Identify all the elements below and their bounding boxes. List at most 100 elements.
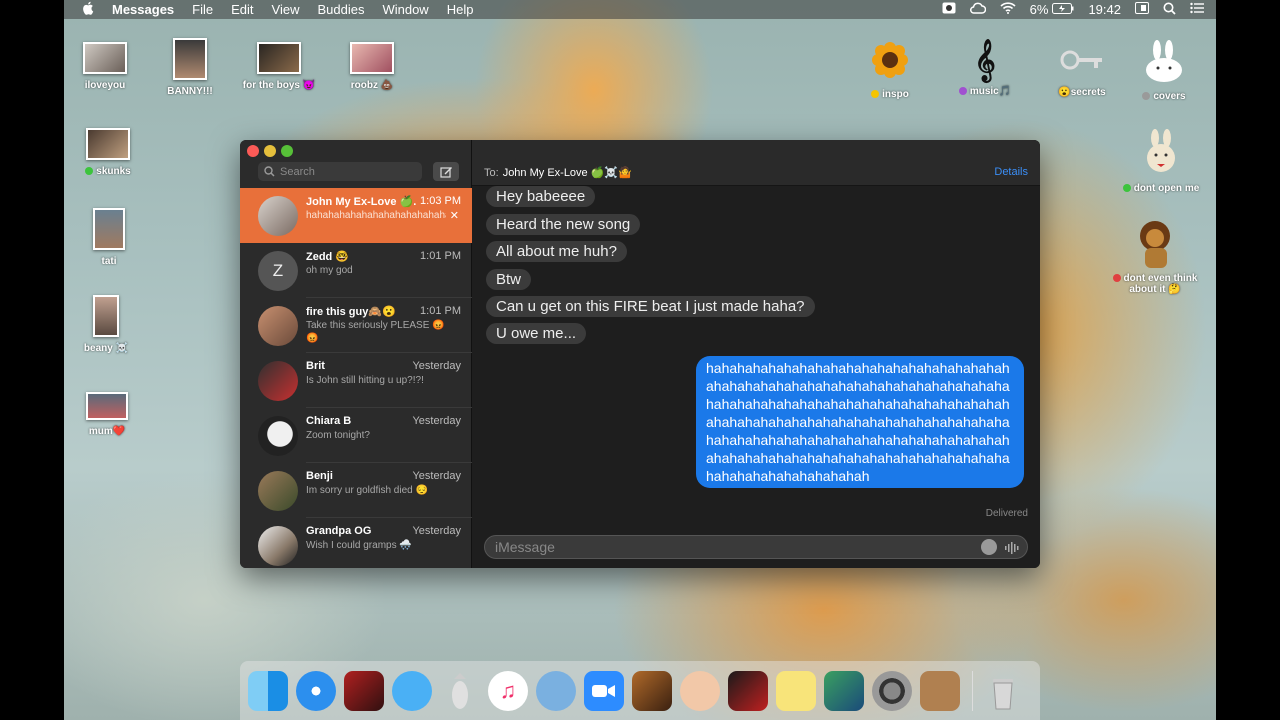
wifi-icon[interactable] [1000, 2, 1016, 17]
photo-app-icon[interactable] [728, 670, 768, 711]
received-message[interactable]: Btw [486, 269, 532, 290]
desktop-icon[interactable]: covers [1119, 40, 1209, 102]
desktop-icon[interactable]: iloveyou [64, 42, 150, 91]
received-message[interactable]: All about me huh? [486, 241, 627, 262]
photo-booth-icon[interactable] [344, 670, 384, 711]
desktop-icon-label: roobz 💩 [350, 80, 394, 91]
label-text: dont open me [1133, 183, 1200, 194]
desktop-icon-label: beany ☠️ [83, 343, 129, 354]
clock[interactable]: 19:42 [1088, 2, 1121, 17]
search-field[interactable]: Search [258, 162, 422, 181]
finder-icon[interactable] [248, 670, 288, 711]
menu-help[interactable]: Help [447, 2, 474, 17]
desktop-icon[interactable]: 𝄞 music🎵 [940, 38, 1030, 97]
desktop-icon[interactable]: dont even think about it 🤔 [1110, 218, 1200, 295]
music-icon[interactable]: ♫ [488, 670, 528, 711]
menu-window[interactable]: Window [382, 2, 428, 17]
recipient-field[interactable]: To: John My Ex-Love 🍏☠️🤷 [484, 166, 632, 179]
desktop-icon[interactable]: inspo [845, 38, 935, 100]
details-button[interactable]: Details [994, 166, 1028, 178]
new-message-button[interactable] [433, 162, 459, 181]
conversation-item[interactable]: Brit Yesterday Is John still hitting u u… [240, 353, 472, 408]
desktop-icon-label: music🎵 [940, 86, 1030, 97]
desktop-icon[interactable]: beany ☠️ [64, 295, 151, 354]
conversation-item[interactable]: Z Zedd 🤓 1:01 PM oh my god [240, 243, 472, 298]
tag-dot [871, 90, 880, 99]
desktop-icon-label: for the boys 😈 [242, 80, 316, 91]
photo-thumbnail [86, 128, 130, 160]
menu-file[interactable]: File [192, 2, 213, 17]
menu-buddies[interactable]: Buddies [317, 2, 364, 17]
desktop-icon[interactable]: tati [64, 208, 154, 267]
conversation-item[interactable]: Chiara B Yesterday Zoom tonight? [240, 408, 472, 463]
desktop-icon-label: tati [101, 256, 117, 267]
sent-message[interactable]: hahahahahahahahahahahahahahahahahahahaha… [696, 356, 1024, 488]
label-text: skunks [96, 166, 131, 177]
conversation-preview: Take this seriously PLEASE 😡😡 [306, 320, 445, 344]
stickies-icon[interactable] [776, 670, 816, 711]
desktop-icon-label: mum❤️ [88, 426, 126, 437]
creative-cloud-icon[interactable] [969, 2, 986, 17]
garageband-icon[interactable] [632, 670, 672, 711]
received-message[interactable]: U owe me... [486, 323, 587, 344]
message-input-placeholder: iMessage [495, 539, 555, 555]
desktop-icon[interactable]: dont open me [1116, 128, 1206, 194]
messages-icon[interactable] [392, 670, 432, 711]
preview-icon[interactable] [824, 670, 864, 711]
photo-thumbnail [83, 42, 127, 74]
desktop-icon[interactable]: 😮secrets [1037, 42, 1127, 98]
conversation-sidebar: Search John My Ex-Love 🍏... 1:03 PM haha… [240, 140, 472, 568]
minimize-window-button[interactable] [264, 145, 276, 157]
desktop-icon[interactable]: mum❤️ [64, 392, 152, 437]
notification-center-icon[interactable] [1190, 2, 1204, 17]
conversation-item[interactable]: Grandpa OG Yesterday Wish I could gramps… [240, 518, 472, 568]
conversation-item[interactable]: John My Ex-Love 🍏... 1:03 PM hahahahahah… [240, 188, 472, 243]
zoom-icon[interactable] [584, 670, 624, 711]
received-message[interactable]: Heard the new song [486, 214, 641, 235]
conversation-name: Grandpa OG [306, 525, 372, 537]
avatar [258, 306, 298, 346]
sidecar-icon[interactable] [1135, 2, 1149, 17]
desktop-icon[interactable]: BANNY!!! [145, 38, 235, 97]
desktop-icon-label: 😮secrets [1058, 87, 1106, 98]
desktop-icon-label: dont open me [1116, 183, 1206, 194]
screen-record-icon[interactable] [942, 2, 956, 17]
menu-edit[interactable]: Edit [231, 2, 253, 17]
bunny-doll-icon [1147, 129, 1175, 172]
conversation-list: John My Ex-Love 🍏... 1:03 PM hahahahahah… [240, 188, 472, 568]
spotlight-search-icon[interactable] [1163, 2, 1176, 18]
desktop-icon[interactable]: roobz 💩 [327, 42, 417, 91]
received-message[interactable]: Hey babeeee [486, 186, 596, 207]
tag-dot [1142, 92, 1151, 101]
emoji-icon[interactable] [981, 539, 997, 555]
desktop-icon[interactable]: for the boys 😈 [234, 42, 324, 91]
audio-record-icon[interactable] [1005, 541, 1019, 557]
battery-icon[interactable] [1052, 2, 1074, 17]
conversation-item[interactable]: fire this guy🙈😮 1:01 PM Take this seriou… [240, 298, 472, 353]
menu-view[interactable]: View [272, 2, 300, 17]
conversation-name: Chiara B [306, 415, 352, 427]
received-message[interactable]: Can u get on this FIRE beat I just made … [486, 296, 815, 317]
contacts-icon[interactable] [920, 670, 960, 711]
system-preferences-icon[interactable] [872, 670, 912, 711]
close-conversation-icon[interactable]: ✕ [450, 209, 459, 222]
sequel-icon[interactable] [536, 670, 576, 711]
apple-menu-icon[interactable] [82, 1, 94, 18]
photo-thumbnail [93, 295, 119, 337]
conversation-time: Yesterday [412, 470, 461, 482]
inkscape-icon[interactable] [440, 671, 480, 711]
zoom-window-button[interactable] [281, 145, 293, 157]
trash-icon[interactable] [983, 671, 1023, 711]
conversation-item[interactable]: Benji Yesterday Im sorry ur goldfish die… [240, 463, 472, 518]
label-text: music🎵 [969, 86, 1012, 97]
close-window-button[interactable] [247, 145, 259, 157]
app-menu[interactable]: Messages [112, 2, 174, 17]
battery-percent[interactable]: 6% [1030, 2, 1049, 17]
face-app-icon[interactable] [680, 670, 720, 711]
desktop-icon-label: dont even think about it 🤔 [1110, 273, 1200, 295]
window-controls [247, 145, 298, 157]
desktop-icon[interactable]: skunks [64, 128, 153, 177]
safari-icon[interactable] [296, 670, 336, 711]
message-input[interactable]: iMessage [484, 535, 1028, 559]
conversation-preview: oh my god [306, 265, 353, 276]
